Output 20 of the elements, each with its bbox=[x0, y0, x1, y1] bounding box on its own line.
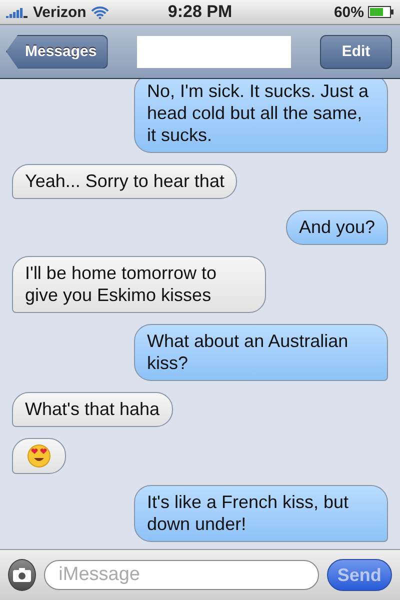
send-button[interactable]: Send bbox=[326, 559, 392, 591]
battery-icon bbox=[368, 6, 394, 18]
message-bubble: It's like a French kiss, but down under! bbox=[134, 485, 388, 542]
message-bubble: Yeah... Sorry to hear that bbox=[12, 164, 238, 199]
message-bubble: No, I'm sick. It sucks. Just a head cold but all the same, it sucks. bbox=[134, 79, 388, 153]
wifi-icon bbox=[91, 6, 110, 18]
message-bubble: And you? bbox=[286, 210, 388, 245]
heart-eyes-emoji-icon bbox=[27, 444, 51, 468]
message-bubble: I'll be home tomorrow to give you Eskimo kisses bbox=[12, 256, 266, 313]
back-button[interactable]: Messages bbox=[6, 34, 108, 68]
carrier-name: Verizon bbox=[33, 4, 86, 20]
camera-icon bbox=[12, 568, 31, 582]
edit-button[interactable]: Edit bbox=[320, 34, 392, 68]
message-input[interactable]: iMessage bbox=[44, 560, 319, 590]
message-bubble: What about an Australian kiss? bbox=[134, 324, 388, 381]
signal-icon bbox=[6, 6, 28, 18]
clock-time: 9:28 PM bbox=[168, 2, 232, 22]
message-bubble: What's that haha bbox=[12, 392, 173, 427]
camera-button[interactable] bbox=[8, 559, 36, 591]
battery-percent: 60% bbox=[334, 4, 364, 20]
